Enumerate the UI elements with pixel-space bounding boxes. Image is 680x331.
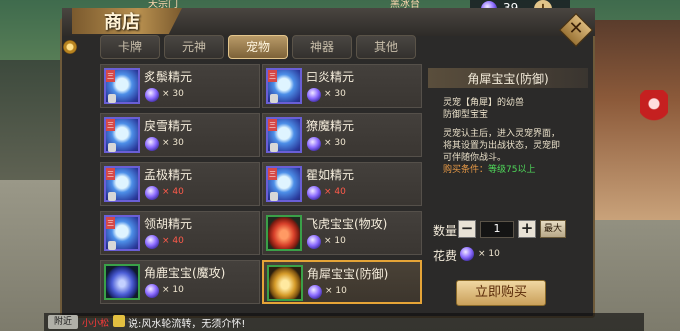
lock-icon bbox=[108, 192, 116, 201]
vip-badge-icon bbox=[113, 315, 125, 327]
pet-essence-icon: 三 bbox=[104, 215, 140, 251]
spirit-gem-icon bbox=[307, 235, 321, 249]
item-price: × 30 bbox=[162, 89, 184, 99]
quantity-label: 数量 bbox=[433, 224, 458, 238]
item-price: × 30 bbox=[162, 138, 184, 148]
quantity-minus-button[interactable]: − bbox=[458, 220, 476, 238]
spirit-gem-icon bbox=[308, 285, 322, 299]
pet-essence-icon: 三 bbox=[266, 166, 302, 202]
close-icon[interactable]: ✕ bbox=[568, 17, 584, 41]
condition-value: 等级75以上 bbox=[488, 165, 536, 175]
item-price: × 30 bbox=[324, 138, 346, 148]
type-tag: 三 bbox=[106, 168, 115, 180]
item-name: 曰炎精元 bbox=[306, 70, 355, 84]
item-name: 瞿如精元 bbox=[306, 168, 355, 182]
lock-icon bbox=[270, 192, 278, 201]
spirit-gem-icon bbox=[460, 247, 474, 261]
spirit-gem-icon bbox=[307, 88, 321, 102]
spirit-gem-icon bbox=[307, 186, 321, 200]
shop-item[interactable]: 三 戾雪精元 × 30 bbox=[100, 113, 260, 157]
cost-value: × 10 bbox=[478, 249, 500, 259]
tab-artifacts[interactable]: 神器 bbox=[292, 35, 352, 59]
quantity-input[interactable]: 1 bbox=[480, 221, 514, 238]
pet-egg-icon bbox=[104, 264, 140, 300]
lock-icon bbox=[270, 94, 278, 103]
shop-item[interactable]: 三 獠魔精元 × 30 bbox=[262, 113, 422, 157]
item-name: 飞虎宝宝(物攻) bbox=[306, 217, 388, 231]
condition-label: 购买条件： bbox=[443, 165, 489, 175]
pet-egg-icon bbox=[266, 215, 302, 251]
chat-message: 说:风水轮流转，无须介怀! bbox=[128, 319, 246, 330]
shop-item[interactable]: 三 炙鬃精元 × 30 bbox=[100, 64, 260, 108]
item-price: × 10 bbox=[162, 285, 184, 295]
shop-item[interactable]: 角鹿宝宝(魔攻) × 10 bbox=[100, 260, 260, 304]
tab-cards[interactable]: 卡牌 bbox=[100, 35, 160, 59]
spirit-gem-icon bbox=[145, 284, 159, 298]
tab-pets[interactable]: 宠物 bbox=[228, 35, 288, 59]
type-tag: 三 bbox=[268, 168, 277, 180]
item-price: × 30 bbox=[324, 89, 346, 99]
lock-icon bbox=[108, 241, 116, 250]
buy-now-button[interactable]: 立即购买 bbox=[456, 280, 546, 306]
max-quantity-button[interactable]: 最大 bbox=[540, 220, 566, 238]
chat-channel-badge: 附近 bbox=[48, 315, 78, 329]
spirit-gem-icon bbox=[145, 186, 159, 200]
quantity-plus-button[interactable]: + bbox=[518, 220, 536, 238]
type-tag: 三 bbox=[106, 70, 115, 82]
shop-item[interactable]: 飞虎宝宝(物攻) × 10 bbox=[262, 211, 422, 255]
pet-egg-icon bbox=[267, 265, 303, 301]
shop-item[interactable]: 三 孟极精元 × 40 bbox=[100, 162, 260, 206]
item-name: 角鹿宝宝(魔攻) bbox=[144, 266, 226, 280]
chat-sender-name[interactable]: 小小松 bbox=[82, 316, 109, 329]
item-name: 领胡精元 bbox=[144, 217, 193, 231]
item-price: × 40 bbox=[162, 236, 184, 246]
item-name: 戾雪精元 bbox=[144, 119, 193, 133]
type-tag: 三 bbox=[106, 119, 115, 131]
spirit-gem-icon bbox=[145, 235, 159, 249]
shop-title: 商店 bbox=[104, 12, 140, 33]
spirit-gem-icon bbox=[145, 137, 159, 151]
player-character[interactable] bbox=[640, 90, 668, 136]
shop-item-selected[interactable]: 角犀宝宝(防御) × 10 bbox=[262, 260, 422, 304]
item-price: × 40 bbox=[324, 187, 346, 197]
spirit-gem-icon bbox=[307, 137, 321, 151]
ornament-icon bbox=[63, 40, 77, 54]
shop-item[interactable]: 三 领胡精元 × 40 bbox=[100, 211, 260, 255]
lock-icon bbox=[108, 94, 116, 103]
cost-label: 花费 bbox=[433, 249, 458, 263]
item-price: × 10 bbox=[324, 236, 346, 246]
type-tag: 三 bbox=[268, 70, 277, 82]
spirit-gem-icon bbox=[145, 88, 159, 102]
item-name: 炙鬃精元 bbox=[144, 70, 193, 84]
type-tag: 三 bbox=[106, 217, 115, 229]
tab-spirits[interactable]: 元神 bbox=[164, 35, 224, 59]
detail-title: 角犀宝宝(防御) bbox=[467, 72, 549, 86]
tab-other[interactable]: 其他 bbox=[356, 35, 416, 59]
location-labels: 天宗门 黑冰台 bbox=[140, 0, 440, 10]
item-name: 獠魔精元 bbox=[306, 119, 355, 133]
detail-line: 防御型宝宝 bbox=[443, 110, 489, 120]
pet-essence-icon: 三 bbox=[266, 117, 302, 153]
pet-essence-icon: 三 bbox=[104, 68, 140, 104]
item-name: 角犀宝宝(防御) bbox=[307, 267, 389, 281]
pet-essence-icon: 三 bbox=[104, 117, 140, 153]
pet-essence-icon: 三 bbox=[104, 166, 140, 202]
lock-icon bbox=[270, 143, 278, 152]
type-tag: 三 bbox=[268, 119, 277, 131]
item-name: 孟极精元 bbox=[144, 168, 193, 182]
pet-essence-icon: 三 bbox=[266, 68, 302, 104]
shop-item[interactable]: 三 曰炎精元 × 30 bbox=[262, 64, 422, 108]
item-price: × 40 bbox=[162, 187, 184, 197]
item-price: × 10 bbox=[325, 286, 347, 296]
lock-icon bbox=[108, 143, 116, 152]
shop-item[interactable]: 三 瞿如精元 × 40 bbox=[262, 162, 422, 206]
purchase-condition: 购买条件：等级75以上 bbox=[443, 162, 535, 175]
